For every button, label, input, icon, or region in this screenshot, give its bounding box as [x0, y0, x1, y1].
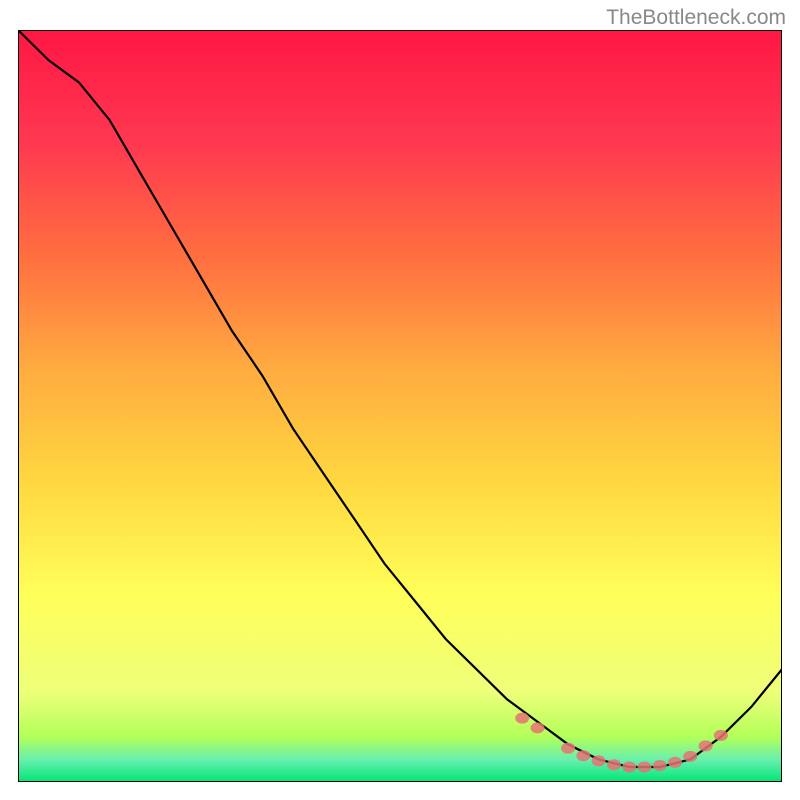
marker-dot — [683, 751, 697, 762]
chart-container: TheBottleneck.com — [0, 0, 800, 800]
marker-dot — [576, 750, 590, 761]
marker-dot — [515, 713, 529, 724]
marker-dot — [668, 757, 682, 768]
marker-dot — [638, 762, 652, 773]
marker-dot — [714, 730, 728, 741]
chart-overlay — [18, 30, 782, 782]
marker-dot — [592, 755, 606, 766]
plot-border — [18, 30, 782, 782]
curve-line — [18, 30, 782, 767]
marker-dot — [607, 759, 621, 770]
plot-area — [18, 30, 782, 782]
marker-dots — [515, 713, 728, 773]
marker-dot — [531, 722, 545, 733]
marker-dot — [653, 760, 667, 771]
marker-dot — [561, 743, 575, 754]
marker-dot — [622, 762, 636, 773]
watermark-label: TheBottleneck.com — [606, 6, 786, 30]
marker-dot — [699, 740, 713, 751]
